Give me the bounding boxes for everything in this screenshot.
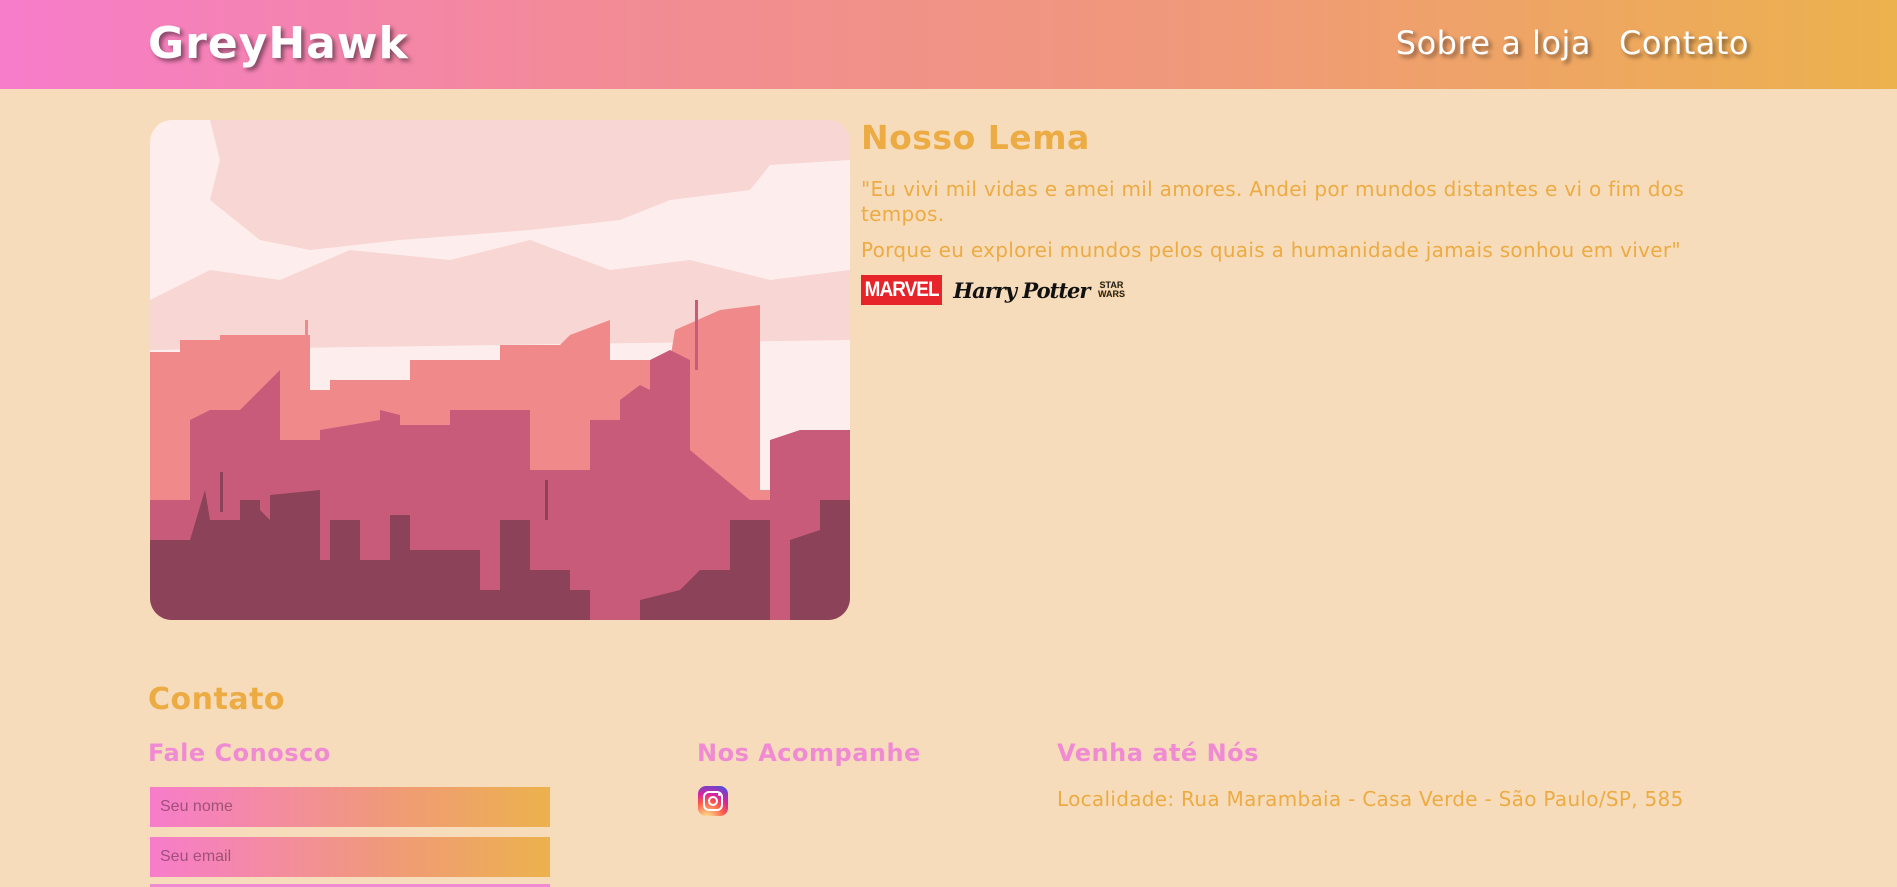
nav-link-contato[interactable]: Contato (1619, 24, 1749, 62)
main-nav: Sobre a loja Contato (1396, 24, 1749, 62)
instagram-icon[interactable] (698, 786, 728, 816)
instagram-lens (708, 796, 718, 806)
motto-quote-line1: "Eu vivi mil vidas e amei mil amores. An… (861, 177, 1685, 226)
motto-quote-line2: Porque eu explorei mundos pelos quais a … (861, 238, 1681, 262)
name-input[interactable] (150, 787, 550, 827)
marvel-logo: MARVEL (861, 275, 943, 305)
motto-section: Nosso Lema "Eu vivi mil vidas e amei mil… (861, 118, 1761, 305)
city-skyline-image (150, 120, 850, 620)
contact-form-title: Fale Conosco (148, 739, 331, 767)
email-input[interactable] (150, 837, 550, 877)
location-text: Localidade: Rua Marambaia - Casa Verde -… (1057, 787, 1684, 811)
instagram-dot (718, 793, 721, 796)
harry-potter-logo: Harry Potter (953, 277, 1090, 303)
motto-title: Nosso Lema (861, 118, 1090, 157)
contact-title: Contato (148, 682, 286, 717)
site-logo[interactable]: GreyHawk (148, 18, 409, 69)
site-header: GreyHawk Sobre a loja Contato (0, 0, 1897, 89)
brand-logos: MARVEL Harry Potter STAR WARS (861, 275, 1761, 305)
nav-link-sobre[interactable]: Sobre a loja (1396, 24, 1591, 62)
social-title: Nos Acompanhe (697, 739, 921, 767)
star-wars-logo: STAR WARS (1097, 280, 1125, 299)
location-title: Venha até Nós (1057, 739, 1259, 767)
